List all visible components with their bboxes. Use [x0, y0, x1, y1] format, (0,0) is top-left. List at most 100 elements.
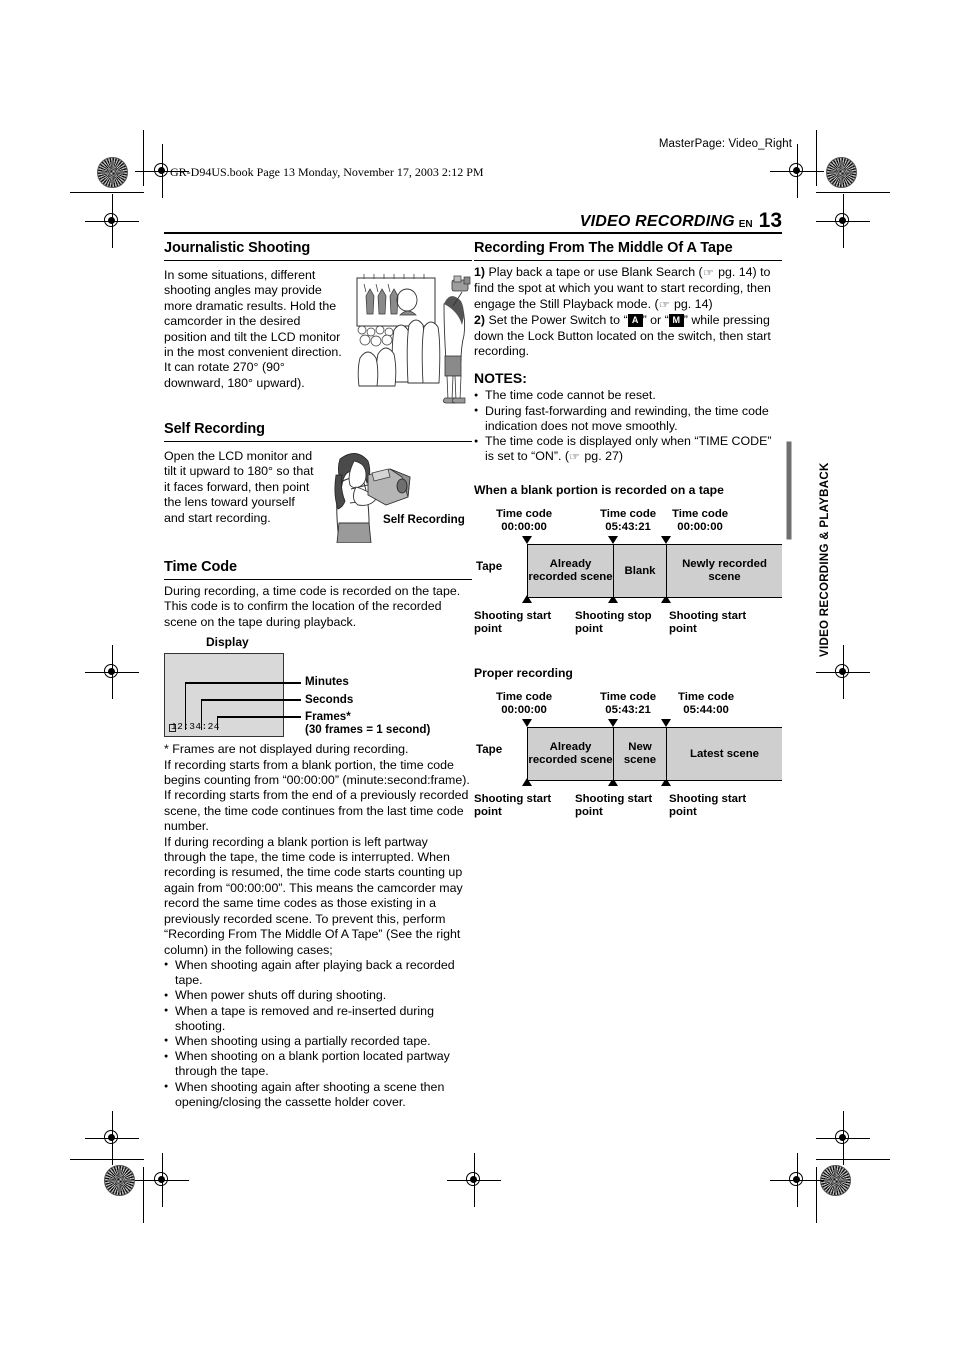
- shooting-point-label: Shooting start point: [669, 610, 746, 635]
- figure-proper-recording: Proper recording Time code 00:00:00 Time…: [474, 666, 782, 823]
- density-patch-bottom-right: [820, 1165, 851, 1196]
- tick-marker: [522, 536, 532, 545]
- time-code-cases-list: When shooting again after playing back a…: [164, 957, 472, 1110]
- list-item: The time code is displayed only when “TI…: [474, 434, 782, 465]
- leader-seconds-horizontal: [201, 699, 301, 701]
- step-1-number: 1): [474, 265, 486, 279]
- heading-time-code: Time Code: [164, 559, 472, 580]
- timecode-label-line2: 00:00:00: [677, 521, 723, 534]
- page-number: 13: [758, 209, 782, 232]
- tick-marker: [522, 719, 532, 728]
- list-item: When shooting on a blank portion located…: [164, 1049, 472, 1079]
- list-item: When a tape is removed and re-inserted d…: [164, 1003, 472, 1034]
- note-3-text-a: The time code is displayed only when “TI…: [485, 434, 772, 464]
- tape-segment: Already recorded scene: [527, 728, 613, 781]
- timecode-label-line1: Time code: [678, 691, 735, 704]
- list-item: When shooting again after shooting a sce…: [164, 1079, 472, 1110]
- callout-frames-label: Frames*: [305, 710, 351, 724]
- timecode-label: Time code 05:43:21: [600, 691, 656, 716]
- display-caption: Display: [206, 635, 249, 650]
- density-patch-top-left: [97, 157, 128, 188]
- step-2-paragraph: 2) Set the Power Switch to “A” or “M” wh…: [474, 313, 782, 359]
- leader-seconds-vertical: [201, 699, 203, 731]
- shooting-point-line2: point: [669, 623, 697, 636]
- step-1-text-a: Play back a tape or use Blank Search (: [485, 265, 703, 279]
- tick-marker: [661, 536, 671, 545]
- density-patch-bottom-left: [104, 1165, 135, 1196]
- timecode-label-line1: Time code: [600, 691, 657, 704]
- shooting-point-label: Shooting stop point: [575, 610, 652, 635]
- shooting-point-line1: Shooting start: [669, 610, 747, 623]
- timecode-label-line1: Time code: [496, 691, 553, 704]
- right-column: Recording From The Middle Of A Tape 1) P…: [474, 240, 782, 823]
- crop-line-bottom-right-vertical: [816, 1167, 817, 1223]
- timecode-label: Time code 05:44:00: [678, 691, 734, 716]
- callout-minutes: Minutes: [305, 675, 349, 689]
- tape-bar: Already recorded scene New scene Latest …: [527, 727, 782, 782]
- shooting-point-line2: point: [575, 806, 603, 819]
- list-item: When shooting again after playing back a…: [164, 957, 472, 988]
- timecode-label-line1: Time code: [496, 508, 553, 521]
- density-patch-top-right: [826, 157, 857, 188]
- list-item: When shooting using a partially recorded…: [164, 1033, 472, 1049]
- timecode-label-line1: Time code: [600, 508, 657, 521]
- left-column: Journalistic Shooting In some situations…: [164, 240, 472, 1110]
- lcd-display-panel: 12:34:24: [164, 653, 284, 738]
- timecode-label: Time code 00:00:00: [672, 508, 728, 533]
- crop-line-left-lower-horizontal: [70, 1159, 144, 1160]
- timecode-label-line2: 00:00:00: [501, 521, 547, 534]
- notes-heading: NOTES:: [474, 370, 527, 387]
- tape-segment: New scene: [613, 728, 666, 781]
- timecode-label: Time code 05:43:21: [600, 508, 656, 533]
- auto-mode-icon: A: [627, 314, 643, 328]
- tape-segment: Already recorded scene: [527, 545, 613, 598]
- timecode-label-line2: 00:00:00: [501, 704, 547, 717]
- shooting-point-line2: point: [669, 806, 697, 819]
- registration-mark-bottom-right: [770, 1153, 824, 1207]
- time-code-para2: If during recording a blank portion is l…: [164, 834, 463, 957]
- registration-mark-right-upper: [816, 194, 870, 248]
- crop-line-left-upper-horizontal: [70, 192, 144, 193]
- side-tab-label: VIDEO RECORDING & PLAYBACK: [819, 462, 831, 657]
- step-1-paragraph: 1) Play back a tape or use Blank Search …: [474, 265, 782, 313]
- callout-frames-sublabel: (30 frames = 1 second): [305, 723, 431, 737]
- callout-seconds: Seconds: [305, 693, 354, 707]
- time-code-footnote: * Frames are not displayed during record…: [164, 742, 409, 757]
- heading-recording-from-middle: Recording From The Middle Of A Tape: [474, 240, 782, 261]
- crop-line-top-left-vertical: [143, 130, 144, 186]
- crop-line-right-lower-horizontal: [816, 1159, 890, 1160]
- shooting-point-line2: point: [474, 623, 502, 636]
- leader-minutes-horizontal: [185, 682, 301, 684]
- shooting-point-line1: Shooting start: [474, 793, 552, 806]
- masterpage-label: MasterPage: Video_Right: [658, 138, 792, 150]
- tape-segment: Newly recorded scene: [666, 545, 782, 598]
- shooting-point-label: Shooting start point: [669, 793, 746, 818]
- tape-bar: Already recorded scene Blank Newly recor…: [527, 544, 782, 599]
- registration-mark-left-middle: [85, 645, 139, 699]
- tick-marker: [661, 719, 671, 728]
- running-head: VIDEO RECORDING EN 13: [164, 209, 782, 234]
- step-1-text-c: pg. 14): [670, 296, 713, 311]
- figure-blank-portion: When a blank portion is recorded on a ta…: [474, 483, 782, 640]
- shooting-point-line1: Shooting stop: [575, 610, 652, 623]
- shooting-point-line1: Shooting start: [575, 793, 653, 806]
- step-2-number: 2): [474, 313, 486, 328]
- crowd-parade-illustration: [352, 268, 472, 408]
- self-recording-illustration: Self Recording: [320, 447, 472, 543]
- crop-line-bottom-left-vertical: [143, 1167, 144, 1223]
- tick-marker: [608, 536, 618, 545]
- crop-line-right-upper-horizontal: [816, 192, 890, 193]
- registration-mark-left-lower: [85, 1111, 139, 1165]
- list-item: During fast-forwarding and rewinding, th…: [474, 403, 782, 434]
- leader-minutes-vertical: [185, 682, 187, 731]
- self-recording-block: Self Recording Open the LCD monitor and …: [164, 445, 472, 543]
- shooting-point-line1: Shooting start: [669, 793, 747, 806]
- leader-frames-vertical: [217, 716, 219, 731]
- timecode-label-line2: 05:43:21: [605, 521, 651, 534]
- time-code-para1: If recording starts from a blank portion…: [164, 757, 470, 834]
- running-head-section: VIDEO RECORDING: [579, 213, 735, 230]
- timecode-label-line2: 05:44:00: [683, 704, 729, 717]
- language-code: EN: [738, 219, 753, 230]
- leader-frames-horizontal: [217, 716, 301, 718]
- shooting-point-line2: point: [474, 806, 502, 819]
